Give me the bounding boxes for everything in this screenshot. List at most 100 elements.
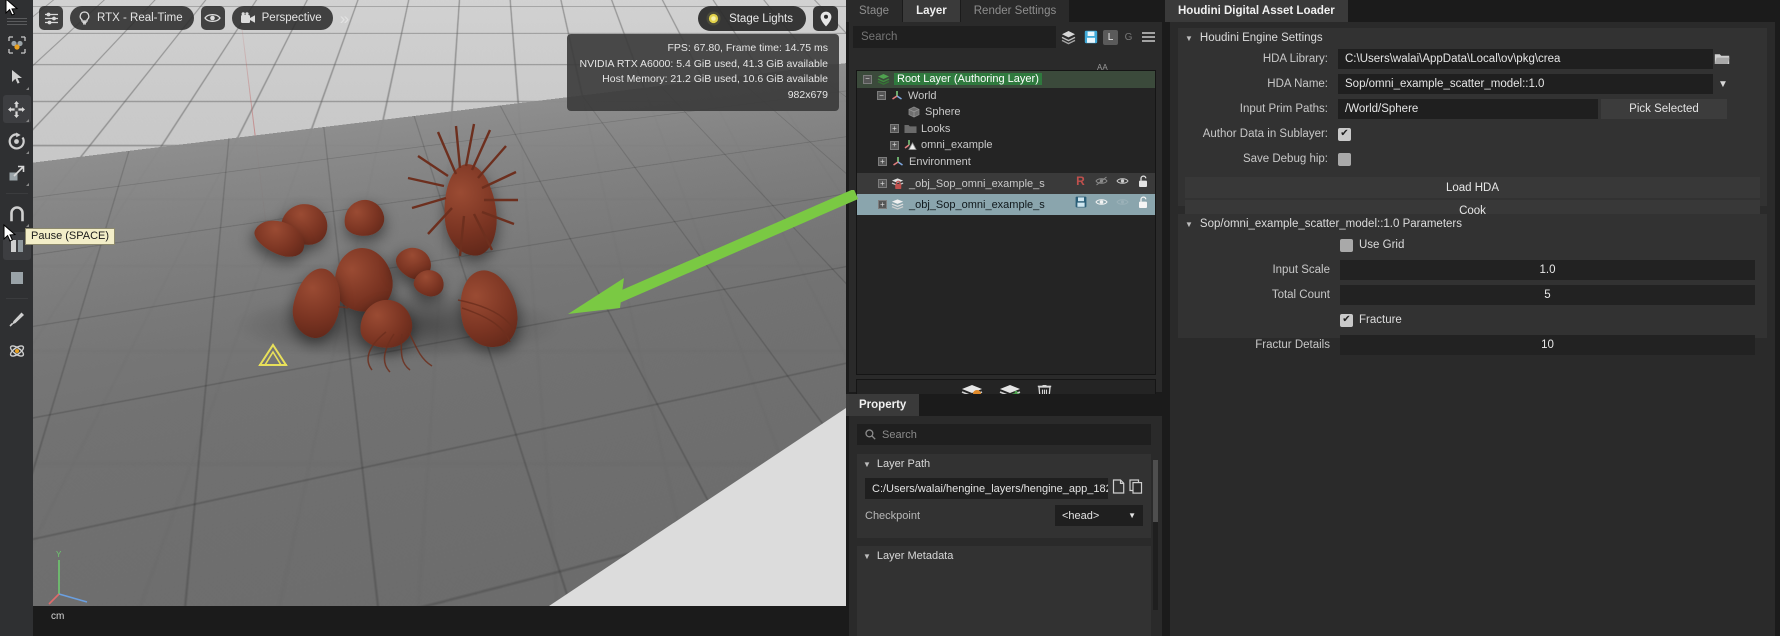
expander-icon[interactable]: − <box>877 91 886 101</box>
tab-render-settings[interactable]: Render Settings <box>960 0 1071 22</box>
save-icon[interactable] <box>1074 196 1087 209</box>
hda-library-input[interactable]: C:\Users\walai\AppData\Local\ov\pkg\crea <box>1338 49 1713 69</box>
expander-icon[interactable]: + <box>890 140 899 150</box>
input-scale-field[interactable]: 1.0 <box>1340 260 1755 280</box>
layer-row-omni-example[interactable]: + omni_example <box>857 137 1155 154</box>
layer-search-input[interactable] <box>853 26 1056 48</box>
parameters-title-row[interactable]: ▼ Sop/omni_example_scatter_model::1.0 Pa… <box>1178 214 1767 234</box>
layer-row-world[interactable]: − World <box>857 88 1155 105</box>
eye-dim-icon[interactable] <box>1116 196 1129 209</box>
renderer-selector[interactable]: RTX - Real-Time <box>70 6 194 30</box>
checkpoint-dropdown[interactable]: <head> ▼ <box>1055 505 1143 526</box>
hda-name-dropdown[interactable]: Sop/omni_example_scatter_model::1.0 <box>1338 74 1713 94</box>
save-layer-icon[interactable] <box>1081 28 1100 47</box>
double-chevron-icon[interactable]: » <box>340 10 349 27</box>
copy-icon[interactable] <box>1129 478 1143 499</box>
tab-layer[interactable]: Layer <box>903 0 961 22</box>
file-icon[interactable] <box>1112 478 1125 499</box>
layer-panel-tabbar[interactable]: Stage Layer Render Settings <box>846 0 1165 22</box>
chevron-down-icon[interactable]: ▼ <box>1713 79 1733 90</box>
layer-row-badges[interactable]: R <box>1074 173 1150 190</box>
select-mode-icon[interactable] <box>3 31 31 59</box>
expander-icon[interactable]: + <box>878 179 887 188</box>
layer-path-title: Layer Path <box>876 458 931 470</box>
viewport-toolbar-right[interactable]: Stage Lights <box>698 6 838 31</box>
save-debug-hip-checkbox[interactable]: ✔ <box>1338 152 1351 166</box>
load-hda-button[interactable]: Load HDA <box>1185 177 1760 198</box>
property-scrollbar[interactable] <box>1153 460 1158 610</box>
expander-icon[interactable]: + <box>890 124 899 134</box>
layer-row-label: Sphere <box>925 106 961 119</box>
layers-icon <box>876 73 890 86</box>
toolbar-grip[interactable] <box>6 18 27 25</box>
input-prim-paths-input[interactable]: /World/Sphere <box>1338 99 1598 119</box>
eye-icon[interactable] <box>1116 175 1129 188</box>
tab-stage[interactable]: Stage <box>846 0 904 22</box>
tab-property[interactable]: Property <box>846 394 921 416</box>
property-panel[interactable]: Property Search ▼ Layer Path C:/Users/wa… <box>846 394 1165 636</box>
move-tool-icon[interactable] <box>2 95 31 123</box>
author-data-in-sublayer-checkbox[interactable]: ✔ <box>1338 127 1351 141</box>
property-search-input[interactable]: Search <box>857 424 1151 445</box>
layer-row-sublayer-selected[interactable]: + _obj_Sop_omni_example_s <box>857 194 1155 215</box>
layer-row-looks[interactable]: + Looks <box>857 121 1155 138</box>
layer-search-row[interactable]: L G <box>849 22 1162 48</box>
unlock-icon[interactable] <box>1137 175 1150 188</box>
folder-browse-icon[interactable] <box>1713 50 1730 68</box>
local-toggle[interactable]: L <box>1103 29 1118 45</box>
layer-panel-body: L G AA − Ro <box>849 22 1162 409</box>
camera-selector[interactable]: Perspective <box>231 6 333 30</box>
stage-lights-label: Stage Lights <box>729 12 793 25</box>
global-toggle[interactable]: G <box>1121 30 1136 45</box>
paint-brush-icon[interactable] <box>3 305 31 333</box>
layer-tree[interactable]: − Root Layer (Authoring Layer) − World S… <box>856 70 1156 375</box>
layer-row-sublayer-locked[interactable]: + _obj_Sop_omni_example_s R <box>857 173 1155 194</box>
fracture-details-field[interactable]: 10 <box>1340 335 1755 355</box>
stage-lights-selector[interactable]: Stage Lights <box>698 6 806 31</box>
rotate-tool-icon[interactable] <box>3 127 31 155</box>
chevron-down-icon[interactable]: ▼ <box>1128 511 1136 520</box>
pin-icon[interactable] <box>813 6 838 31</box>
viewport-settings-icon[interactable] <box>39 6 63 30</box>
hda-tabbar[interactable]: Houdini Digital Asset Loader <box>1165 0 1780 22</box>
engine-settings-title-row[interactable]: ▼ Houdini Engine Settings <box>1178 28 1767 48</box>
fracture-details-label: Fractur Details <box>1255 339 1330 351</box>
layer-metadata-title-row[interactable]: ▼ Layer Metadata <box>857 546 1151 566</box>
expander-icon[interactable]: − <box>863 74 872 84</box>
viewport-toolbar[interactable]: RTX - Real-Time Perspective » <box>39 6 349 30</box>
arrow-select-icon[interactable] <box>3 63 31 91</box>
snap-magnet-icon[interactable] <box>3 200 31 228</box>
layers-icon[interactable] <box>1059 28 1078 47</box>
caret-down-icon[interactable]: ▼ <box>1185 34 1193 43</box>
fracture-checkbox[interactable]: ✔ <box>1340 313 1353 327</box>
hamburger-menu-icon[interactable] <box>1139 28 1158 47</box>
left-toolbar[interactable] <box>0 0 33 636</box>
stop-tool-icon[interactable] <box>3 264 31 292</box>
layer-path-field[interactable]: C:/Users/walai/hengine_layers/hengine_ap… <box>865 478 1108 499</box>
eye-icon[interactable] <box>1095 196 1108 209</box>
caret-down-icon[interactable]: ▼ <box>863 552 871 561</box>
eye-slash-icon[interactable] <box>1095 175 1108 188</box>
layer-row-sphere[interactable]: Sphere <box>857 104 1155 121</box>
expander-icon[interactable]: + <box>878 157 887 167</box>
pick-selected-button[interactable]: Pick Selected <box>1601 99 1727 119</box>
expander-icon[interactable]: + <box>878 200 887 209</box>
layer-path-title-row[interactable]: ▼ Layer Path <box>857 454 1151 474</box>
layer-row-environment[interactable]: + Environment <box>857 154 1155 171</box>
use-grid-checkbox[interactable]: ✔ <box>1340 238 1353 252</box>
root-layer-badge[interactable]: R <box>1074 174 1087 188</box>
total-count-field[interactable]: 5 <box>1340 285 1755 305</box>
tab-hda-loader[interactable]: Houdini Digital Asset Loader <box>1165 0 1349 22</box>
unlock-icon[interactable] <box>1137 196 1150 209</box>
layer-row-badges[interactable] <box>1074 194 1150 211</box>
caret-down-icon[interactable]: ▼ <box>1185 220 1193 229</box>
layer-row-root[interactable]: − Root Layer (Authoring Layer) <box>857 71 1155 88</box>
eye-icon[interactable] <box>200 6 225 30</box>
physics-tool-icon[interactable] <box>3 337 31 365</box>
total-count-label: Total Count <box>1271 289 1330 301</box>
hda-loader-panel[interactable]: Houdini Digital Asset Loader ▼ Houdini E… <box>1165 0 1780 636</box>
light-gizmo-icon[interactable] <box>255 343 291 369</box>
caret-down-icon[interactable]: ▼ <box>863 460 871 469</box>
property-tabbar[interactable]: Property <box>846 394 1165 416</box>
scale-tool-icon[interactable] <box>3 159 31 187</box>
